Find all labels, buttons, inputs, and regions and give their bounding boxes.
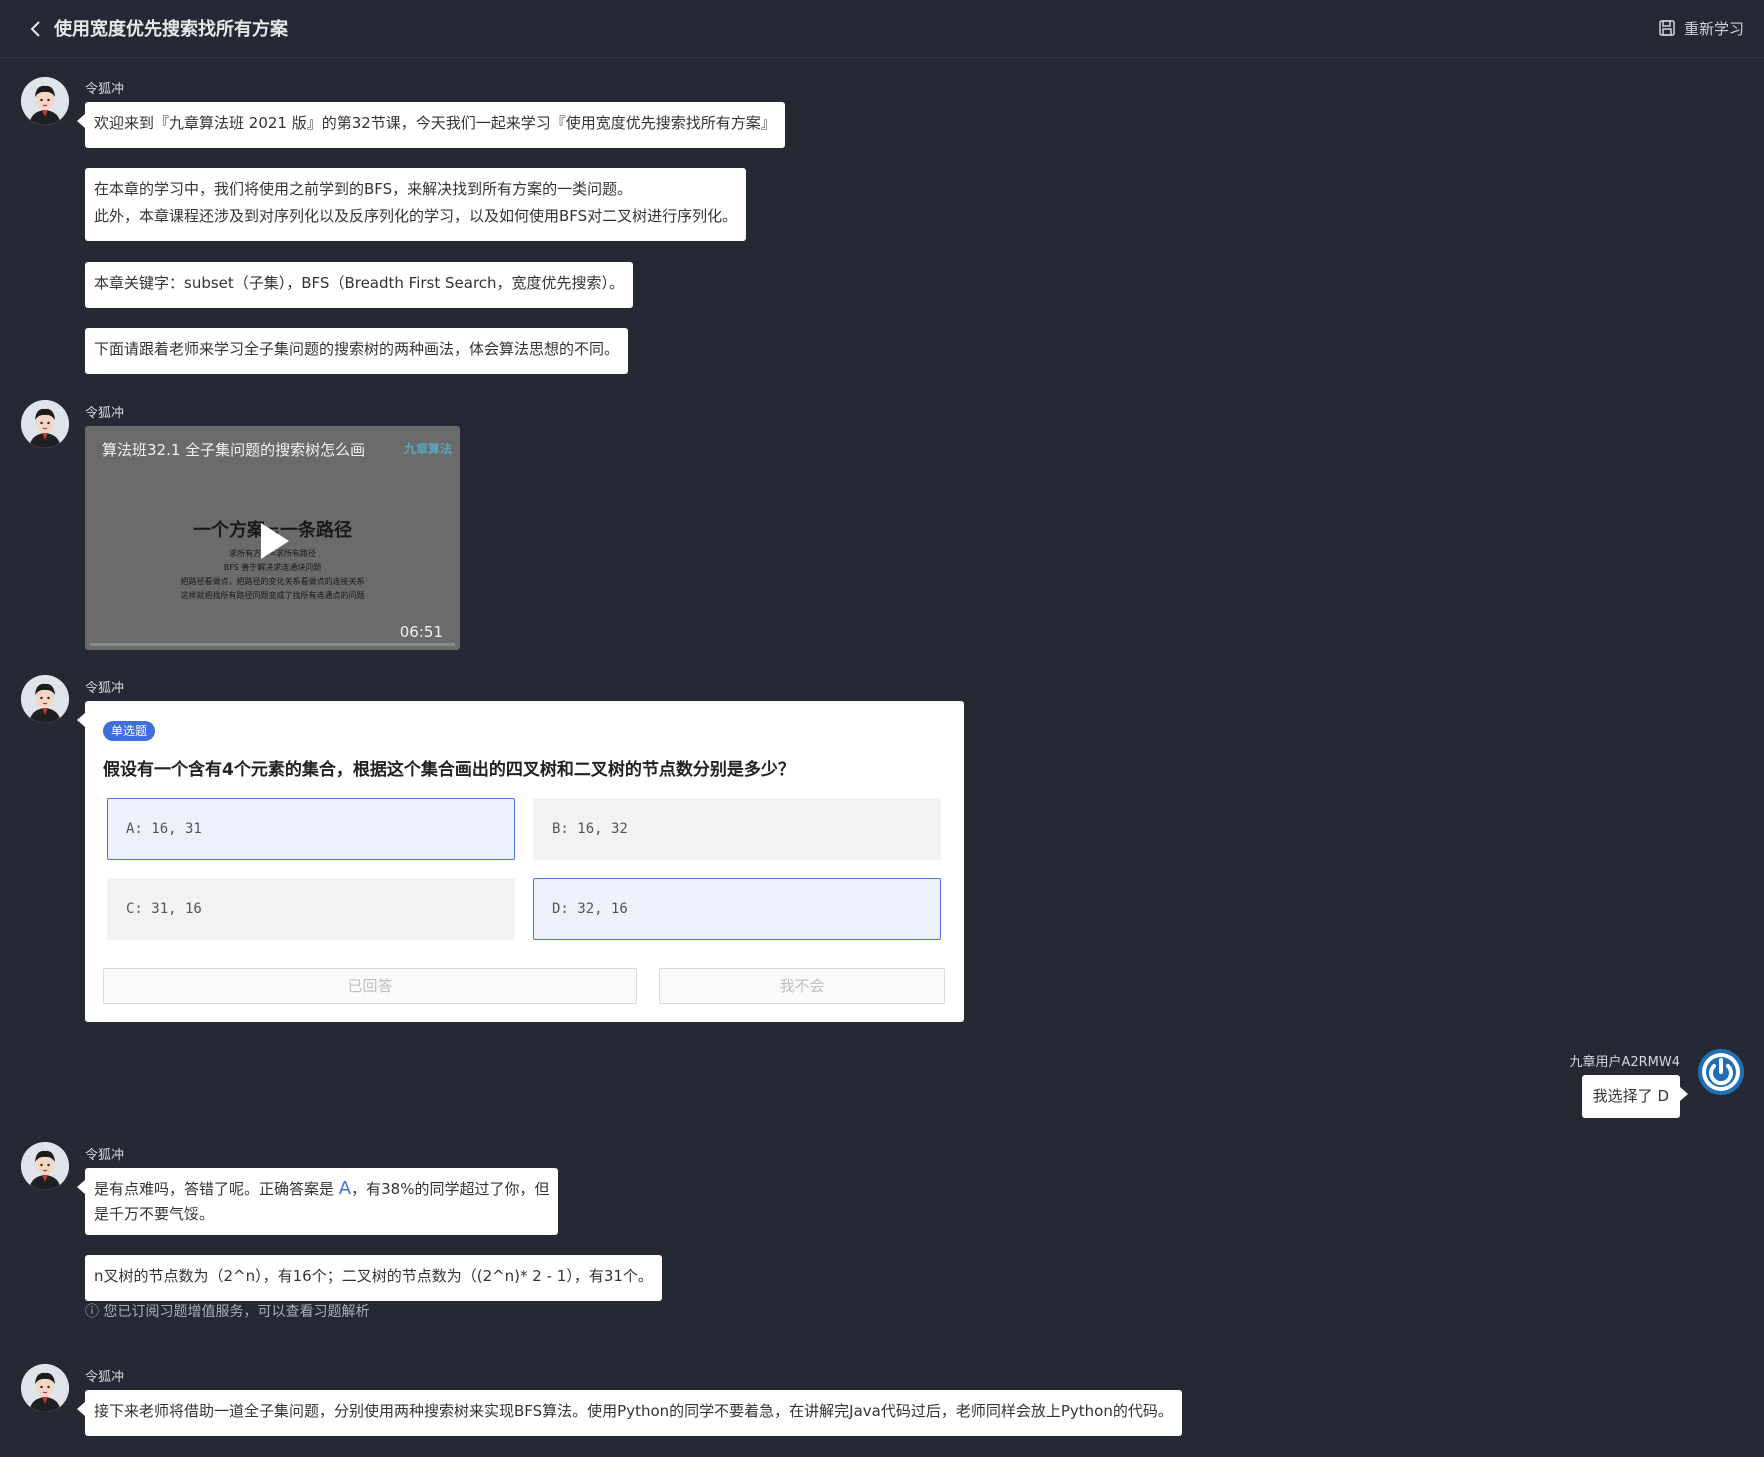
message-bubble: n叉树的节点数为（2^n），有16个；二叉树的节点数为（(2^n)* 2 - 1…	[85, 1255, 662, 1301]
video-duration: 06:51	[399, 623, 443, 641]
relearn-button[interactable]: 重新学习	[1658, 16, 1744, 40]
dont-know-button[interactable]: 我不会	[659, 968, 945, 1004]
play-icon[interactable]	[257, 521, 291, 561]
sender-name: 令狐冲	[85, 1148, 125, 1163]
video-slide-line: BFS 善于解决求连通块问题	[223, 563, 322, 572]
question-type-badge: 单选题	[103, 721, 156, 741]
teacher-avatar	[21, 1142, 69, 1190]
message-bubble: 欢迎来到『九章算法班 2021 版』的第32节课，今天我们一起来学习『使用宽度优…	[77, 102, 785, 148]
bubble-line: 此外，本章课程还涉及到对序列化以及反序列化的学习，以及如何使用BFS对二叉树进行…	[94, 207, 738, 225]
sender-name: 令狐冲	[85, 82, 125, 97]
option-d[interactable]: D: 32, 16	[533, 878, 941, 940]
page-title: 使用宽度优先搜索找所有方案	[54, 19, 288, 40]
relearn-label: 重新学习	[1683, 19, 1744, 38]
video-logo: 九章算法	[403, 442, 452, 456]
teacher-avatar	[21, 400, 69, 448]
question-text: 假设有一个含有4个元素的集合，根据这个集合画出的四叉树和二叉树的节点数分别是多少…	[103, 760, 795, 780]
user-message-bubble: 我选择了 D	[1581, 1075, 1689, 1118]
feedback-text: 是有点难吗，答错了呢。正确答案是	[94, 1180, 339, 1198]
correct-answer: A	[338, 1178, 352, 1199]
bubble-line: 是千万不要气馁。	[94, 1205, 215, 1223]
answered-button[interactable]: 已回答	[103, 968, 637, 1004]
video-slide-line: 这样就把找所有路径问题变成了找所有连通点的问题	[180, 591, 365, 600]
sender-name: 令狐冲	[85, 406, 125, 421]
top-bar: 使用宽度优先搜索找所有方案 重新学习	[0, 0, 1764, 58]
user-avatar-icon	[1698, 1049, 1744, 1095]
message-bubble: 接下来老师将借助一道全子集问题，分别使用两种搜索树来实现BFS算法。使用Pyth…	[77, 1390, 1182, 1436]
sender-name: 令狐冲	[85, 681, 125, 696]
video-player[interactable]: 算法班32.1 全子集问题的搜索树怎么画 九章算法 一个方案=一条路径 求所有方…	[85, 426, 460, 650]
option-a[interactable]: A: 16, 31	[107, 798, 515, 860]
sender-name: 令狐冲	[85, 1370, 125, 1385]
teacher-avatar	[21, 77, 69, 125]
option-c[interactable]: C: 31, 16	[107, 878, 515, 940]
teacher-avatar	[21, 1364, 69, 1412]
subscription-note: ⓘ 您已订阅习题增值服务，可以查看习题解析	[85, 1304, 370, 1320]
video-slide-line: 把路径看做点，把路径的变化关系看做点的连接关系	[180, 577, 365, 586]
message-bubble: 下面请跟着老师来学习全子集问题的搜索树的两种画法，体会算法思想的不同。	[85, 328, 629, 374]
message-bubble: 是有点难吗，答错了呢。正确答案是 A，有38%的同学超过了你，但 是千万不要气馁…	[76, 1168, 559, 1235]
quiz-card: 单选题 假设有一个含有4个元素的集合，根据这个集合画出的四叉树和二叉树的节点数分…	[77, 701, 964, 1022]
message-bubble: 本章关键字：subset（子集），BFS（Breadth First Searc…	[85, 262, 634, 308]
save-icon	[1659, 20, 1675, 36]
option-b[interactable]: B: 16, 32	[533, 798, 941, 860]
message-bubble: 在本章的学习中，我们将使用之前学到的BFS，来解决找到所有方案的一类问题。 此外…	[85, 168, 747, 241]
teacher-avatar	[21, 675, 69, 723]
bubble-line: 是有点难吗，答错了呢。正确答案是 A，有38%的同学超过了你，但	[94, 1176, 549, 1202]
back-arrow-icon[interactable]	[24, 17, 48, 41]
video-title: 算法班32.1 全子集问题的搜索树怎么画	[102, 441, 366, 459]
user-name: 九章用户A2RMW4	[1569, 1055, 1680, 1070]
feedback-text: ，有38%的同学超过了你，但	[351, 1180, 550, 1198]
video-progress-bar[interactable]	[90, 643, 455, 646]
bubble-line: 在本章的学习中，我们将使用之前学到的BFS，来解决找到所有方案的一类问题。	[94, 180, 633, 198]
